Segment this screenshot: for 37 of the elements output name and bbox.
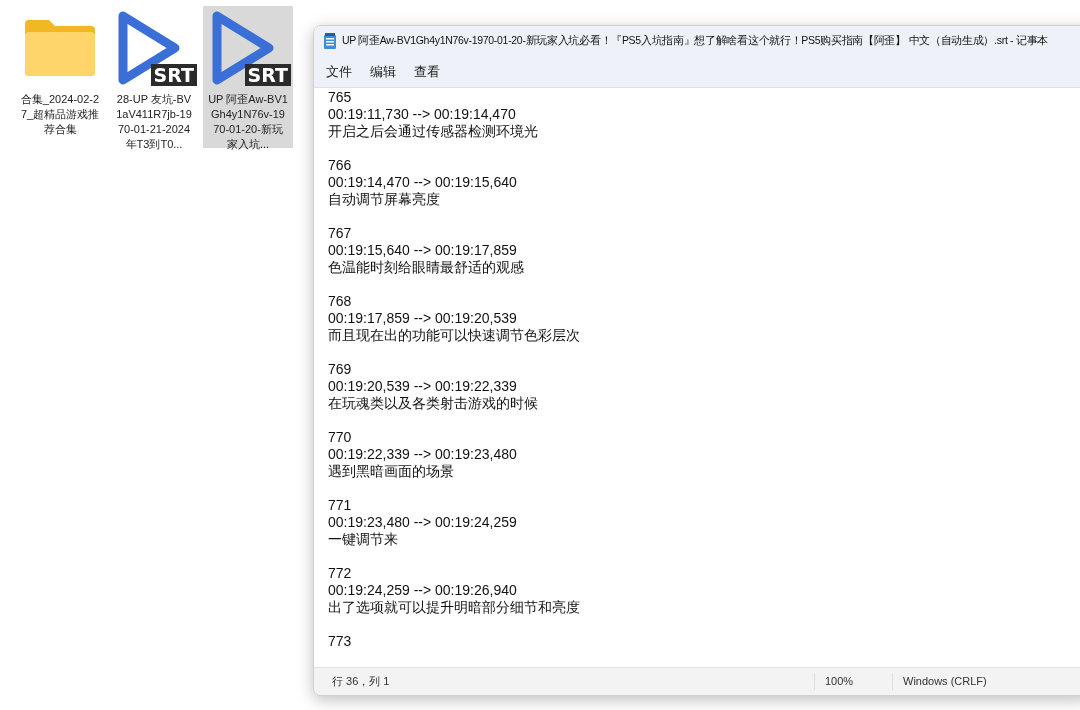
subtitle-index: 769 <box>328 361 353 378</box>
menu-item[interactable]: 编辑 <box>362 57 404 86</box>
subtitle-text: 开启之后会通过传感器检测环境光 <box>328 123 539 140</box>
zoom-level: 100% <box>814 673 892 690</box>
subtitle-text: 出了选项就可以提升明暗部分细节和亮度 <box>328 599 581 616</box>
subtitle-text: 而且现在出的功能可以快速调节色彩层次 <box>328 327 581 344</box>
subtitle-index: 772 <box>328 565 353 582</box>
subtitle-timecode: 00:19:24,259 --> 00:19:26,940 <box>328 582 518 599</box>
subtitle-text: 在玩魂类以及各类射击游戏的时候 <box>328 395 539 412</box>
notepad-icon <box>324 33 336 49</box>
subtitle-index: 765 <box>328 89 353 106</box>
subtitle-index: 770 <box>328 429 353 446</box>
subtitle-timecode: 00:19:23,480 --> 00:19:24,259 <box>328 514 518 531</box>
subtitle-timecode: 00:19:22,339 --> 00:19:23,480 <box>328 446 518 463</box>
subtitle-text: 一键调节来 <box>328 531 399 548</box>
subtitle-index: 771 <box>328 497 353 514</box>
desktop-icon[interactable]: SRT UP 阿歪Aw-BV1Gh4y1N76v-1970-01-20-新玩家入坑... <box>203 6 293 148</box>
cursor-position: 行 36，列 1 <box>331 674 391 690</box>
line-ending: Windows (CRLF) <box>892 673 1080 690</box>
menu-item[interactable]: 查看 <box>406 57 448 86</box>
subtitle-index: 766 <box>328 157 353 174</box>
subtitle-timecode: 00:19:11,730 --> 00:19:14,470 <box>328 106 517 123</box>
file-name: 合集_2024-02-27_超精品游戏推荐合集 <box>20 92 100 137</box>
subtitle-text: 遇到黑暗画面的场景 <box>328 463 455 480</box>
subtitle-index: 768 <box>328 293 353 310</box>
subtitle-text: 自动调节屏幕亮度 <box>328 191 441 208</box>
subtitle-timecode: 00:19:17,859 --> 00:19:20,539 <box>328 310 518 327</box>
window-title: UP 阿歪Aw-BV1Gh4y1N76v-1970-01-20-新玩家入坑必看！『PS5入坑指南』想了解啥看这个就行！PS5购买指南【阿歪】 中文（自动生成）.srt - 记事本 <box>342 33 1049 49</box>
desktop-icon[interactable]: 合集_2024-02-27_超精品游戏推荐合集 <box>15 6 105 148</box>
menu-item[interactable]: 文件 <box>318 57 360 86</box>
subtitle-timecode: 00:19:14,470 --> 00:19:15,640 <box>328 174 518 191</box>
subtitle-text: 色温能时刻给眼睛最舒适的观感 <box>328 259 525 276</box>
subtitle-index: 773 <box>328 633 353 650</box>
subtitle-timecode: 00:19:20,539 --> 00:19:22,339 <box>328 378 518 395</box>
subtitle-timecode: 00:19:15,640 --> 00:19:17,859 <box>328 242 518 259</box>
folder-icon <box>23 18 97 78</box>
subtitle-index: 767 <box>328 225 353 242</box>
